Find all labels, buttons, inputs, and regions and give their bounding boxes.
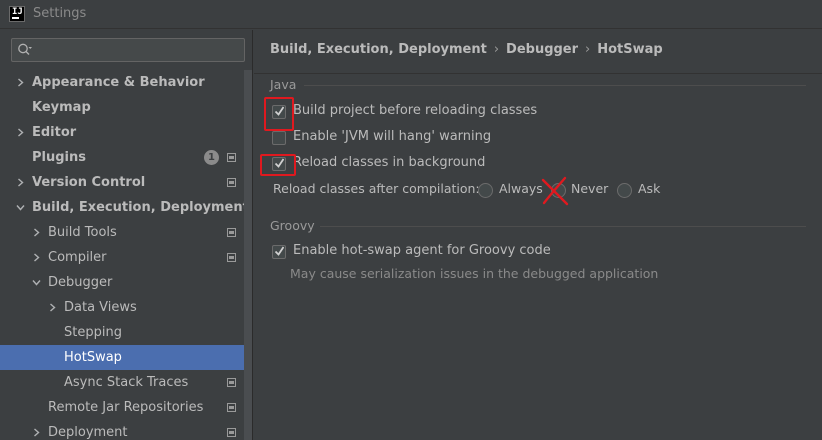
sidebar-item-label: HotSwap xyxy=(64,350,122,365)
build-before-reload-label[interactable]: Build project before reloading classes xyxy=(293,103,537,118)
checkmark-icon xyxy=(275,246,284,256)
radio-never-label[interactable]: Never xyxy=(571,181,608,196)
breadcrumb-item: HotSwap xyxy=(597,42,663,57)
window-title: Settings xyxy=(33,6,87,21)
sidebar-item-label: Data Views xyxy=(64,300,137,315)
sidebar-item-label: Build Tools xyxy=(48,225,117,240)
title-bar: IJ Settings xyxy=(0,0,822,29)
project-level-icon xyxy=(227,403,236,412)
sidebar-item-label: Async Stack Traces xyxy=(64,375,189,390)
sidebar-item-appearance-behavior[interactable]: Appearance & Behavior xyxy=(0,70,253,95)
sidebar-item-label: Appearance & Behavior xyxy=(32,75,205,90)
chevron-right-icon[interactable] xyxy=(16,128,25,137)
radio-always[interactable] xyxy=(478,183,493,198)
reload-after-compilation-label: Reload classes after compilation: xyxy=(273,181,480,196)
project-level-icon xyxy=(227,378,236,387)
groovy-hotswap-label[interactable]: Enable hot-swap agent for Groovy code xyxy=(293,243,551,258)
sidebar-item-stepping[interactable]: Stepping xyxy=(0,320,253,345)
sidebar-item-keymap[interactable]: Keymap xyxy=(0,95,253,120)
sidebar-item-debugger[interactable]: Debugger xyxy=(0,270,253,295)
sidebar-item-async-stack-traces[interactable]: Async Stack Traces xyxy=(0,370,253,395)
breadcrumb-separator-icon: › xyxy=(585,42,591,57)
radio-always-label[interactable]: Always xyxy=(499,181,543,196)
sidebar-item-label: Keymap xyxy=(32,100,91,115)
sidebar-item-label: Version Control xyxy=(32,175,146,190)
chevron-down-icon[interactable] xyxy=(16,203,25,212)
search-icon[interactable] xyxy=(17,42,33,58)
sidebar-item-label: Editor xyxy=(32,125,77,140)
search-input[interactable] xyxy=(44,42,239,58)
search-box[interactable] xyxy=(11,38,245,62)
breadcrumb-separator-icon: › xyxy=(493,42,500,57)
section-title-groovy: Groovy xyxy=(270,218,315,233)
sidebar-item-label: Stepping xyxy=(64,325,122,340)
groovy-hotswap-hint: May cause serialization issues in the de… xyxy=(290,266,659,281)
intellij-logo-icon: IJ xyxy=(9,6,25,22)
sidebar-item-version-control[interactable]: Version Control xyxy=(0,170,253,195)
sidebar-item-label: Deployment xyxy=(48,425,128,440)
sidebar-item-plugins[interactable]: Plugins 1 xyxy=(0,145,253,170)
sidebar-item-editor[interactable]: Editor xyxy=(0,120,253,145)
sidebar-item-label: Compiler xyxy=(48,250,107,265)
chevron-down-icon[interactable] xyxy=(32,278,41,287)
sidebar-item-hotswap[interactable]: HotSwap xyxy=(0,345,252,370)
updates-count-badge: 1 xyxy=(204,150,219,165)
chevron-right-icon[interactable] xyxy=(32,428,41,437)
groovy-hotswap-checkbox[interactable] xyxy=(272,245,286,259)
radio-ask-label[interactable]: Ask xyxy=(638,181,660,196)
jvm-hang-warning-checkbox[interactable] xyxy=(272,131,286,145)
sidebar-item-compiler[interactable]: Compiler xyxy=(0,245,253,270)
annotation-highlight-box xyxy=(260,154,296,176)
section-divider xyxy=(320,226,806,227)
sidebar-item-label: Debugger xyxy=(48,275,113,290)
breadcrumb-item: Build, Execution, Deployment xyxy=(270,42,487,57)
project-level-icon xyxy=(227,153,236,162)
sidebar-item-deployment[interactable]: Deployment xyxy=(0,420,253,440)
section-title-java: Java xyxy=(270,77,297,92)
section-divider xyxy=(304,85,806,86)
settings-content: Build, Execution, Deployment › Debugger › Ho… xyxy=(254,30,822,440)
settings-sidebar: Appearance & Behavior Keymap Editor Plug… xyxy=(0,30,253,440)
sidebar-item-data-views[interactable]: Data Views xyxy=(0,295,253,320)
project-level-icon xyxy=(227,253,236,262)
radio-ask[interactable] xyxy=(617,183,632,198)
sidebar-item-remote-jar-repositories[interactable]: Remote Jar Repositories xyxy=(0,395,253,420)
project-level-icon xyxy=(227,178,236,187)
project-level-icon xyxy=(227,428,236,437)
reload-in-background-label[interactable]: Reload classes in background xyxy=(293,155,485,170)
sidebar-item-label: Remote Jar Repositories xyxy=(48,400,204,415)
sidebar-item-build-tools[interactable]: Build Tools xyxy=(0,220,253,245)
divider xyxy=(254,73,822,74)
sidebar-item-build-execution-deployment[interactable]: Build, Execution, Deployment xyxy=(0,195,253,220)
chevron-right-icon[interactable] xyxy=(48,303,57,312)
chevron-right-icon[interactable] xyxy=(16,78,25,87)
breadcrumb-item: Debugger xyxy=(506,42,579,57)
jvm-hang-warning-label[interactable]: Enable 'JVM will hang' warning xyxy=(293,129,491,144)
annotation-cross-icon xyxy=(541,176,569,206)
project-level-icon xyxy=(227,228,236,237)
chevron-right-icon[interactable] xyxy=(32,228,41,237)
breadcrumb: Build, Execution, Deployment › Debugger › Ho… xyxy=(270,42,663,57)
sidebar-item-label: Build, Execution, Deployment xyxy=(32,200,249,215)
chevron-right-icon[interactable] xyxy=(32,253,41,262)
annotation-highlight-box xyxy=(264,97,294,131)
sidebar-item-label: Plugins xyxy=(32,150,86,165)
chevron-right-icon[interactable] xyxy=(16,178,25,187)
sidebar-scrollbar[interactable] xyxy=(244,70,252,440)
